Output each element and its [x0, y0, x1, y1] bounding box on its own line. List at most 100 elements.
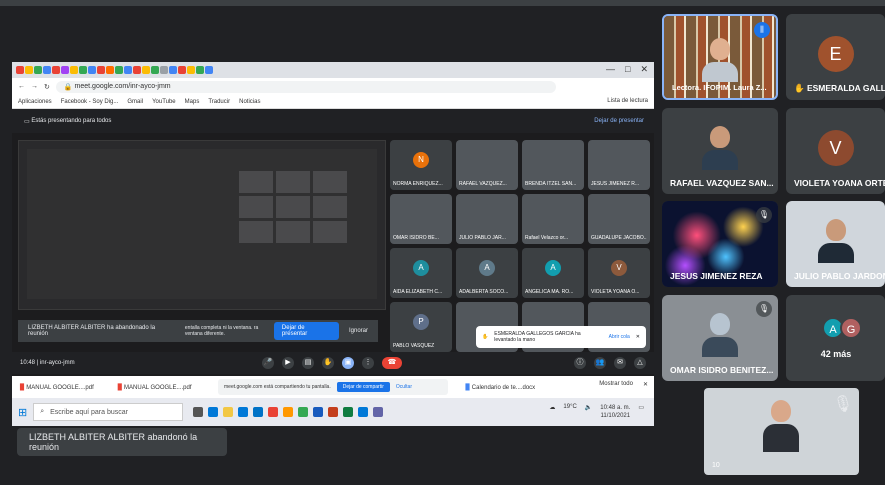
maximize-icon[interactable]: □ — [625, 64, 630, 75]
participant-tile[interactable]: RAFAEL VAZQUEZ SAN... — [662, 108, 778, 194]
participant-tile[interactable]: 🎙 OMAR ISIDRO BENITEZ... — [662, 295, 778, 381]
app-icon[interactable] — [283, 407, 294, 417]
bookmark-news[interactable]: Noticias — [239, 99, 260, 105]
excel-icon[interactable] — [343, 407, 354, 417]
tab-favicon-icon[interactable] — [169, 66, 177, 74]
tab-favicon-icon[interactable] — [25, 66, 33, 74]
bookmark-facebook[interactable]: Facebook - Soy Dig... — [61, 99, 119, 105]
activities-icon[interactable]: △ — [634, 357, 646, 369]
raise-hand-icon[interactable]: ✋ — [322, 357, 334, 369]
chat-icon[interactable]: ✉ — [614, 357, 626, 369]
tab-favicon-icon[interactable] — [160, 66, 168, 74]
tab-favicon-icon[interactable] — [133, 66, 141, 74]
teams-icon[interactable] — [373, 407, 384, 417]
tab-favicon-icon[interactable] — [178, 66, 186, 74]
inner-participant-tile[interactable]: JESUS JIMENEZ R... — [588, 140, 650, 190]
bookmark-gmail[interactable]: Gmail — [127, 99, 143, 105]
tab-favicon-icon[interactable] — [151, 66, 159, 74]
tab-favicon-icon[interactable] — [34, 66, 42, 74]
tab-favicon-icon[interactable] — [187, 66, 195, 74]
tab-favicon-icon[interactable] — [61, 66, 69, 74]
tab-favicon-icon[interactable] — [79, 66, 87, 74]
word-icon[interactable] — [313, 407, 324, 417]
participant-tile[interactable]: V VIOLETA YOANA ORTE... — [786, 108, 885, 194]
inner-participant-tile[interactable]: A AIDA ELIZABETH C... — [390, 248, 452, 298]
file-explorer-icon[interactable] — [223, 407, 234, 417]
windows-start-icon[interactable]: ⊞ — [18, 406, 27, 419]
bookmark-apps[interactable]: Aplicaciones — [18, 99, 52, 105]
inner-participant-tile[interactable]: JULIO PABLO JAR... — [456, 194, 518, 244]
tab-favicon-icon[interactable] — [52, 66, 60, 74]
participant-tile[interactable]: 🎙 JESUS JIMENEZ REZA — [662, 201, 778, 287]
close-icon[interactable]: ✕ — [643, 381, 648, 388]
inner-participant-tile[interactable]: A ANGELICA MA. RO... — [522, 248, 584, 298]
participant-tile[interactable]: E ✋ ESMERALDA GALLEG... — [786, 14, 885, 100]
clock[interactable]: 10:48 a. m. 11/10/2021 — [600, 404, 630, 420]
self-view-tile[interactable]: 🎙 10 — [704, 388, 859, 475]
info-icon[interactable]: ⓘ — [574, 357, 586, 369]
participant-tile[interactable]: ⫼ Lectora. IFOPIM. Laura Z... — [662, 14, 778, 100]
inner-participant-tile[interactable]: Rafael Velazco or... — [522, 194, 584, 244]
close-icon[interactable]: ✕ — [636, 334, 640, 340]
forward-icon[interactable]: → — [31, 83, 38, 90]
browser-tab-strip[interactable]: — □ ✕ — [12, 62, 654, 78]
reload-icon[interactable]: ↻ — [44, 83, 50, 91]
inner-participant-tile[interactable]: RAFAEL VAZQUEZ... — [456, 140, 518, 190]
app-icon[interactable] — [358, 407, 369, 417]
tab-favicon-icon[interactable] — [97, 66, 105, 74]
download-item[interactable]: ▉ MANUAL GOOGLE....pdf — [118, 384, 192, 391]
captions-icon[interactable]: ▤ — [302, 357, 314, 369]
powerpoint-icon[interactable] — [328, 407, 339, 417]
store-icon[interactable] — [238, 407, 249, 417]
stop-presenting-link[interactable]: Dejar de presentar — [594, 118, 644, 124]
chrome-icon[interactable] — [298, 407, 309, 417]
download-item[interactable]: ▉ MANUAL GOOGLE....pdf — [20, 384, 94, 391]
inner-participant-tile[interactable]: P PABLO VASQUEZ — [390, 302, 452, 352]
edge-icon[interactable] — [208, 407, 219, 417]
tab-favicon-icon[interactable] — [106, 66, 114, 74]
tab-favicon-icon[interactable] — [70, 66, 78, 74]
show-all-button[interactable]: Mostrar todo — [599, 381, 633, 388]
tab-favicon-icon[interactable] — [142, 66, 150, 74]
camera-icon[interactable]: ▶ — [282, 357, 294, 369]
inner-participant-tile[interactable]: BRENDA ITZEL SAN... — [522, 140, 584, 190]
hide-button[interactable]: Ocultar — [396, 384, 412, 390]
back-icon[interactable]: ← — [18, 83, 25, 90]
stop-presenting-button[interactable]: Dejar de presentar — [273, 322, 339, 340]
ignore-button[interactable]: Ignorar — [349, 328, 368, 334]
tab-favicon-icon[interactable] — [124, 66, 132, 74]
inner-participant-tile[interactable]: V VIOLETA YOANA O... — [588, 248, 650, 298]
inner-participant-tile[interactable]: A ADALBERTA SOCO... — [456, 248, 518, 298]
tab-favicon-icon[interactable] — [16, 66, 24, 74]
participant-tile[interactable]: JULIO PABLO JARDON — [786, 201, 885, 287]
inner-participant-tile[interactable]: GUADALUPE JACOBO... — [588, 194, 650, 244]
present-icon[interactable]: ▣ — [342, 357, 354, 369]
tab-favicon-icon[interactable] — [115, 66, 123, 74]
open-queue-button[interactable]: Abrir cola — [609, 334, 630, 340]
taskbar-search[interactable]: ⌕ Escribe aquí para buscar — [33, 403, 184, 421]
stop-sharing-button[interactable]: Dejar de compartir — [336, 382, 390, 392]
tab-favicon-icon[interactable] — [43, 66, 51, 74]
tab-favicon-icon[interactable] — [196, 66, 204, 74]
microphone-icon[interactable]: 🎤 — [262, 357, 274, 369]
more-options-icon[interactable]: ⋮ — [362, 357, 374, 369]
bookmark-youtube[interactable]: YouTube — [152, 99, 176, 105]
volume-icon[interactable]: 🔈 — [585, 404, 592, 420]
bookmark-maps[interactable]: Maps — [185, 99, 200, 105]
mail-icon[interactable] — [253, 407, 264, 417]
tab-favicon-icon[interactable] — [205, 66, 213, 74]
minimize-icon[interactable]: — — [606, 64, 615, 75]
notifications-icon[interactable]: ▭ — [638, 404, 644, 420]
download-item[interactable]: ▉ Calendario de te....docx — [466, 384, 536, 391]
end-call-icon[interactable]: ☎ — [382, 357, 402, 369]
tab-favicon-icon[interactable] — [88, 66, 96, 74]
inner-participant-tile[interactable]: N NORMA ENRIQUEZ... — [390, 140, 452, 190]
close-icon[interactable]: ✕ — [640, 64, 648, 75]
inner-participant-tile[interactable]: OMAR ISIDRO BE... — [390, 194, 452, 244]
url-field[interactable]: 🔒 meet.google.com/inr-ayco-jmm — [55, 80, 556, 93]
reading-list[interactable]: Lista de lectura — [607, 98, 648, 104]
app-icon[interactable] — [268, 407, 279, 417]
task-view-icon[interactable] — [193, 407, 204, 417]
more-participants-tile[interactable]: A G 42 más — [786, 295, 885, 381]
bookmark-translate[interactable]: Traducir — [208, 99, 230, 105]
